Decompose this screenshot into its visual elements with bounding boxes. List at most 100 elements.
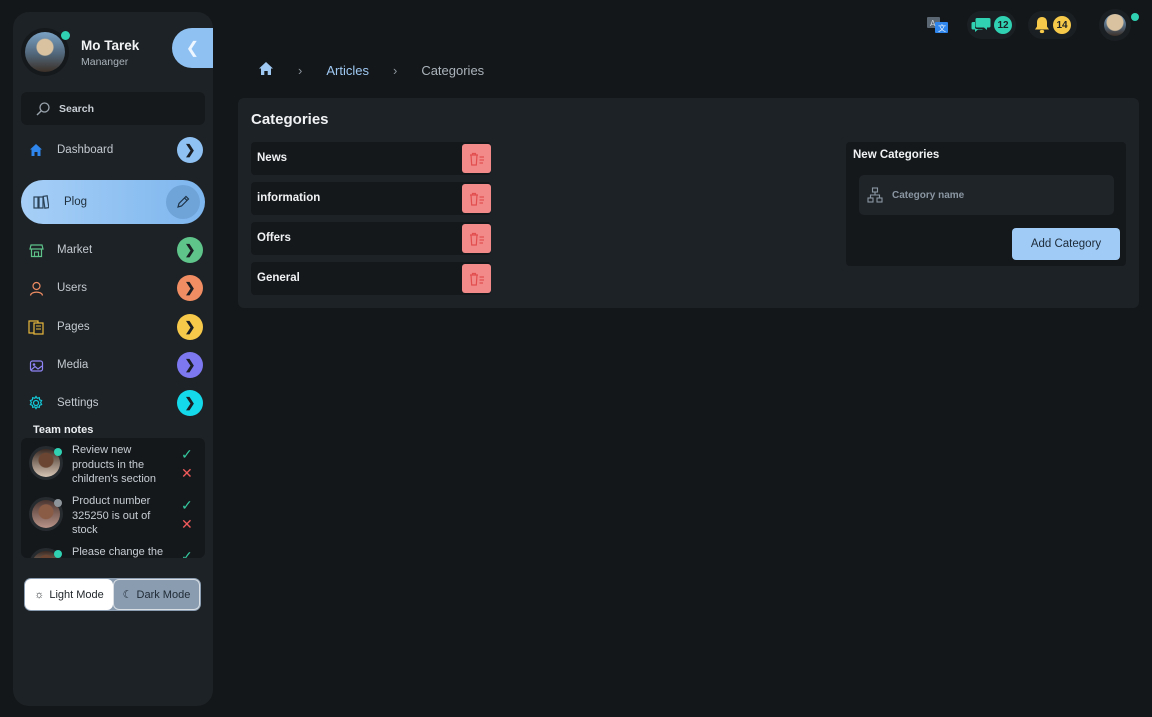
check-icon[interactable]: ✓ bbox=[181, 446, 193, 463]
category-row: Offers bbox=[251, 222, 491, 255]
delete-category-button[interactable] bbox=[462, 224, 491, 253]
home-icon[interactable] bbox=[258, 61, 274, 79]
avatar-image bbox=[25, 32, 65, 72]
team-notes-list[interactable]: Review new products in the children's se… bbox=[21, 438, 205, 558]
search-label: Search bbox=[59, 102, 95, 115]
team-note: Review new products in the children's se… bbox=[21, 438, 205, 490]
new-category-title: New Categories bbox=[853, 149, 940, 161]
delete-category-button[interactable] bbox=[462, 144, 491, 173]
sidebar-item-label: Settings bbox=[57, 397, 99, 409]
avatar bbox=[1104, 14, 1126, 36]
book-icon bbox=[33, 194, 49, 210]
team-note: Please change the ✓ bbox=[21, 540, 205, 558]
hierarchy-icon bbox=[867, 187, 883, 203]
sidebar-item-label: Users bbox=[57, 282, 88, 294]
sidebar: Mo Tarek Mananger ❮ Search Dashboard ❯ P… bbox=[13, 12, 213, 706]
category-name: Offers bbox=[257, 232, 291, 244]
store-icon bbox=[28, 242, 44, 258]
dark-mode-button[interactable]: ☾ Dark Mode bbox=[113, 579, 200, 610]
team-note-text: Review new products in the children's se… bbox=[72, 444, 157, 485]
close-icon[interactable]: ✕ bbox=[181, 516, 193, 533]
light-mode-button[interactable]: ☼ Light Mode bbox=[25, 579, 113, 610]
category-name-field[interactable] bbox=[859, 175, 1114, 215]
bell-icon bbox=[1035, 17, 1049, 34]
theme-toggle: ☼ Light Mode ☾ Dark Mode bbox=[24, 578, 201, 611]
offline-status-dot bbox=[54, 499, 62, 507]
sidebar-item-plog[interactable]: Plog bbox=[21, 180, 205, 224]
category-name: information bbox=[257, 192, 321, 204]
delete-category-button[interactable] bbox=[462, 184, 491, 213]
chevron-right-icon[interactable]: ❯ bbox=[177, 275, 203, 301]
check-icon[interactable]: ✓ bbox=[181, 548, 193, 558]
trash-icon bbox=[470, 272, 484, 286]
breadcrumb-articles-link[interactable]: Articles bbox=[326, 63, 369, 78]
category-name: News bbox=[257, 152, 288, 164]
sun-icon: ☼ bbox=[34, 588, 45, 601]
sidebar-search[interactable]: Search bbox=[21, 92, 205, 125]
trash-icon bbox=[470, 192, 484, 206]
page-title: Categories bbox=[251, 111, 329, 128]
chat-icon bbox=[971, 18, 991, 32]
online-status-dot bbox=[61, 31, 70, 40]
category-row: information bbox=[251, 182, 491, 215]
category-name-input[interactable] bbox=[892, 189, 1092, 201]
sidebar-item-users[interactable]: Users ❯ bbox=[21, 272, 205, 304]
sidebar-item-label: Media bbox=[57, 359, 89, 371]
sidebar-item-label: Market bbox=[57, 244, 93, 256]
online-status-dot bbox=[1131, 13, 1139, 21]
chevron-right-icon[interactable]: ❯ bbox=[177, 137, 203, 163]
sidebar-item-market[interactable]: Market ❯ bbox=[21, 234, 205, 266]
online-status-dot bbox=[54, 448, 62, 456]
gear-icon bbox=[28, 395, 44, 411]
close-icon[interactable]: ✕ bbox=[181, 465, 193, 482]
sidebar-item-media[interactable]: Media ❯ bbox=[21, 349, 205, 381]
category-name: General bbox=[257, 272, 300, 284]
messages-count-badge: 12 bbox=[994, 16, 1012, 34]
sidebar-item-dashboard[interactable]: Dashboard ❯ bbox=[21, 134, 205, 166]
chevron-left-icon: ❮ bbox=[185, 40, 200, 57]
sidebar-item-settings[interactable]: Settings ❯ bbox=[21, 387, 205, 419]
user-role: Mananger bbox=[81, 56, 129, 68]
search-icon bbox=[36, 101, 50, 115]
chevron-right-icon[interactable]: ❯ bbox=[177, 352, 203, 378]
messages-button[interactable]: 12 bbox=[967, 11, 1016, 39]
sidebar-item-label: Pages bbox=[57, 321, 90, 333]
media-icon bbox=[28, 357, 44, 373]
svg-text:文: 文 bbox=[938, 23, 946, 33]
profile-menu-button[interactable] bbox=[1099, 9, 1131, 41]
dark-mode-label: Dark Mode bbox=[136, 588, 191, 601]
check-icon[interactable]: ✓ bbox=[181, 497, 193, 514]
sidebar-item-pages[interactable]: Pages ❯ bbox=[21, 311, 205, 343]
user-icon bbox=[28, 280, 44, 296]
team-note-text: Product number 325250 is out of stock bbox=[72, 495, 151, 536]
user-name: Mo Tarek bbox=[81, 38, 140, 53]
collapse-sidebar-button[interactable]: ❮ bbox=[172, 28, 213, 68]
home-icon bbox=[28, 142, 44, 158]
chevron-right-icon[interactable]: ❯ bbox=[177, 237, 203, 263]
categories-panel: Categories News information Offers Gener… bbox=[238, 98, 1139, 308]
pages-icon bbox=[28, 319, 44, 335]
trash-icon bbox=[470, 152, 484, 166]
moon-icon: ☾ bbox=[122, 589, 133, 601]
sidebar-item-label: Dashboard bbox=[57, 144, 114, 156]
edit-pencil-icon[interactable] bbox=[166, 185, 200, 219]
breadcrumb-current: Categories bbox=[421, 62, 485, 78]
notifications-count-badge: 14 bbox=[1053, 16, 1071, 34]
translate-button[interactable]: A文 bbox=[921, 11, 955, 39]
trash-icon bbox=[470, 232, 484, 246]
category-row: General bbox=[251, 262, 491, 295]
chevron-right-icon: › bbox=[298, 62, 303, 78]
notifications-button[interactable]: 14 bbox=[1028, 11, 1077, 39]
team-note: Product number 325250 is out of stock ✓ … bbox=[21, 489, 205, 541]
chevron-right-icon: › bbox=[392, 62, 398, 78]
add-category-button[interactable]: Add Category bbox=[1012, 228, 1120, 260]
category-row: News bbox=[251, 142, 491, 175]
translate-icon: A文 bbox=[927, 17, 948, 33]
chevron-right-icon[interactable]: ❯ bbox=[177, 390, 203, 416]
svg-text:A: A bbox=[930, 19, 936, 28]
delete-category-button[interactable] bbox=[462, 264, 491, 293]
chevron-right-icon[interactable]: ❯ bbox=[177, 314, 203, 340]
team-note-text: Please change the bbox=[72, 546, 164, 558]
sidebar-item-label: Plog bbox=[64, 196, 88, 208]
online-status-dot bbox=[54, 550, 62, 558]
